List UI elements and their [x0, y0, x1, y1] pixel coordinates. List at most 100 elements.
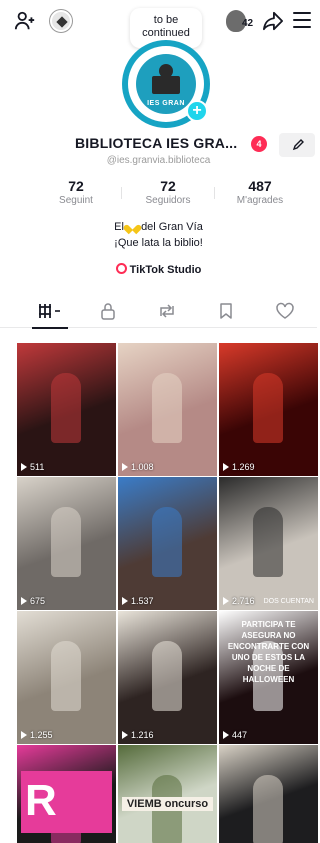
divider	[121, 187, 122, 199]
lock-icon	[101, 303, 115, 320]
play-icon	[122, 463, 128, 471]
play-icon	[122, 731, 128, 739]
video-thumbnail[interactable]: 1.216	[118, 611, 217, 744]
view-count: 1.216	[122, 730, 154, 740]
edit-profile-button[interactable]	[279, 133, 315, 157]
thumbnail-figure	[51, 373, 81, 443]
thumbnail-figure	[51, 641, 81, 711]
tab-videos[interactable]	[32, 299, 68, 329]
soccer-ball-icon[interactable]	[50, 10, 72, 32]
video-thumbnail[interactable]: 511	[17, 343, 116, 476]
notification-count: 42	[242, 18, 254, 29]
avatar[interactable]: IES GRAN +	[122, 40, 210, 128]
view-count-value: 511	[30, 462, 45, 472]
grid-icon	[39, 304, 60, 318]
view-count-value: 1.008	[131, 462, 154, 472]
play-icon	[223, 731, 229, 739]
bio: El del Gran Vía ¡Que lata la biblio!	[0, 219, 317, 251]
view-count: 2.716	[223, 596, 255, 606]
video-thumbnail[interactable]: DOS CUENTAN 2.716	[219, 477, 318, 610]
view-count: 1.537	[122, 596, 154, 606]
video-thumbnail[interactable]: VIEMB oncurso	[118, 745, 217, 843]
thumbnail-figure	[253, 775, 283, 843]
stat-value: 487	[248, 178, 272, 194]
bio-line-2: ¡Que lata la biblio!	[114, 237, 203, 249]
stat-label: Seguint	[59, 195, 93, 206]
divider	[214, 187, 215, 199]
stat-label: M'agrades	[236, 195, 284, 206]
play-icon	[122, 597, 128, 605]
view-count: 1.255	[21, 730, 53, 740]
view-count: 447	[223, 730, 247, 740]
username: @ies.granvia.biblioteca	[106, 155, 211, 166]
bio-suffix: del Gran Vía	[141, 221, 203, 233]
video-thumbnail[interactable]	[219, 745, 318, 843]
thumbnail-figure	[152, 507, 182, 577]
video-thumbnail[interactable]: 1.269	[219, 343, 318, 476]
play-icon	[223, 463, 229, 471]
tab-private[interactable]	[90, 299, 126, 323]
thumbnail-figure	[253, 507, 283, 577]
stat-followers[interactable]: 72 Seguidors	[128, 178, 208, 206]
display-name: BIBLIOTECA IES GRA...	[75, 135, 238, 151]
tiktok-studio-link[interactable]: TikTok Studio	[0, 263, 317, 276]
video-thumbnail[interactable]: R	[17, 745, 116, 843]
play-icon	[21, 597, 27, 605]
tab-liked[interactable]	[267, 299, 303, 323]
studio-icon	[115, 263, 127, 274]
studio-label: TikTok Studio	[129, 264, 202, 276]
stat-following[interactable]: 72 Seguint	[36, 178, 116, 206]
thumbnail-caption: PARTICIPA TE ASEGURA NO ENCONTRARTE CON …	[227, 620, 310, 684]
video-thumbnail[interactable]: 1.255	[17, 611, 116, 744]
video-grid: 511 1.008 1.269 675 1.537 DOS CUENTAN 2.716 1.2…	[17, 343, 318, 843]
thumbnail-caption: VIEMB oncurso	[122, 797, 213, 811]
tab-reposts[interactable]	[149, 299, 185, 323]
thumbnail-figure	[51, 507, 81, 577]
bookmark-icon	[220, 303, 232, 319]
stat-likes[interactable]: 487 M'agrades	[220, 178, 300, 206]
view-count-value: 1.216	[131, 730, 154, 740]
profile-tabs	[0, 294, 317, 329]
video-thumbnail[interactable]: 1.008	[118, 343, 217, 476]
thumbnail-figure	[152, 373, 182, 443]
view-count-value: 1.269	[232, 462, 255, 472]
view-count-value: 2.716	[232, 596, 255, 606]
notification-badge[interactable]: 4	[251, 136, 267, 152]
stats: 72 Seguint 72 Seguidors 487 M'agrades	[0, 178, 317, 210]
play-icon	[21, 731, 27, 739]
name-row: BIBLIOTECA IES GRA... 4	[0, 131, 317, 157]
view-count-value: 1.255	[30, 730, 53, 740]
add-story-button[interactable]: +	[186, 100, 208, 122]
repost-icon	[160, 304, 174, 318]
share-icon[interactable]	[262, 11, 284, 31]
video-thumbnail[interactable]: PARTICIPA TE ASEGURA NO ENCONTRARTE CON …	[219, 611, 318, 744]
stat-value: 72	[68, 178, 84, 194]
play-icon	[21, 463, 27, 471]
note-line-2: continued	[142, 27, 190, 39]
view-count-value: 447	[232, 730, 248, 740]
thumbnail-figure	[152, 641, 182, 711]
video-thumbnail[interactable]: 675	[17, 477, 116, 610]
view-count-value: 675	[30, 596, 46, 606]
add-user-icon[interactable]	[14, 10, 36, 32]
thumbnail-figure	[253, 373, 283, 443]
stat-value: 72	[160, 178, 176, 194]
thumbnail-letter: R	[21, 771, 112, 833]
view-count-value: 1.537	[131, 596, 154, 606]
view-count: 1.008	[122, 462, 154, 472]
view-count: 1.269	[223, 462, 255, 472]
view-count: 511	[21, 462, 44, 472]
thumbnail-caption: DOS CUENTAN	[263, 598, 314, 605]
view-count: 675	[21, 596, 45, 606]
note-line-1: to be	[153, 14, 179, 26]
play-icon	[223, 597, 229, 605]
menu-icon[interactable]	[293, 12, 311, 28]
tab-favorites[interactable]	[208, 299, 244, 323]
heart-outline-icon	[276, 302, 294, 319]
yellow-heart-icon	[127, 221, 138, 231]
video-thumbnail[interactable]: 1.537	[118, 477, 217, 610]
stat-label: Seguidors	[145, 195, 191, 206]
pencil-icon	[292, 139, 304, 151]
notifications-button[interactable]: 42	[226, 10, 262, 32]
top-bar: to be continued 42	[0, 0, 317, 48]
